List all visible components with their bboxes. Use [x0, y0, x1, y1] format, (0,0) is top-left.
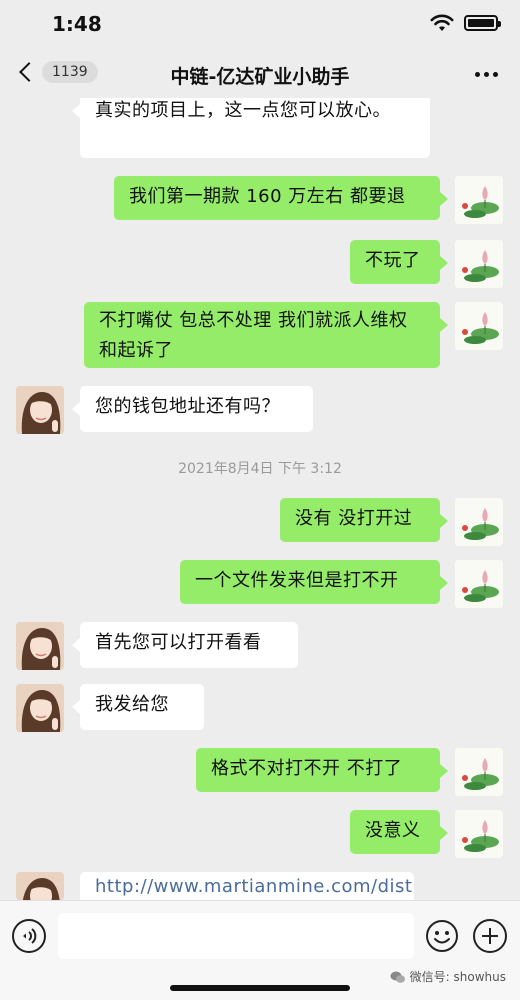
- self-avatar[interactable]: [455, 240, 503, 288]
- chat-title: 中链-亿达矿业小助手: [170, 66, 350, 88]
- contact-avatar[interactable]: [16, 622, 64, 670]
- message-bubble-sent[interactable]: 一个文件发来但是打不开: [180, 560, 448, 604]
- lotus-avatar-icon: [455, 560, 503, 608]
- message-text: 我发给您: [95, 694, 169, 715]
- contact-avatar[interactable]: [16, 872, 64, 900]
- status-bar: 1:48: [0, 0, 520, 50]
- message-bubble-sent[interactable]: 没有 没打开过: [280, 498, 448, 542]
- message-text: 您的钱包地址还有吗？: [95, 396, 280, 417]
- self-avatar[interactable]: [455, 176, 503, 224]
- message-bubble-received[interactable]: 首先您可以打开看看: [72, 622, 298, 668]
- home-indicator[interactable]: [170, 985, 350, 991]
- message-bubble-sent[interactable]: 不玩了: [350, 240, 448, 284]
- watermark: 微信号: showhus: [390, 968, 506, 985]
- message-text: 没意义: [365, 820, 421, 841]
- girl-avatar-icon: [16, 872, 64, 900]
- status-icons: [430, 14, 501, 32]
- message-text: 首先您可以打开看看: [95, 632, 262, 653]
- girl-avatar-icon: [16, 684, 64, 732]
- message-text: 真实的项目上，这一点您可以放心。: [95, 100, 391, 121]
- message-text: 一个文件发来但是打不开: [195, 570, 399, 591]
- voice-icon[interactable]: [12, 919, 46, 953]
- lotus-avatar-icon: [455, 240, 503, 288]
- voice-waves-icon: [23, 928, 37, 944]
- message-bubble-received[interactable]: 真实的项目上，这一点您可以放心。: [72, 88, 430, 158]
- self-avatar[interactable]: [455, 810, 503, 858]
- message-text: 不打嘴仗 包总不处理 我们就派人维权和起诉了: [99, 310, 408, 361]
- more-dots-icon[interactable]: [475, 72, 498, 77]
- message-text: 没有 没打开过: [295, 508, 413, 529]
- girl-avatar-icon: [16, 386, 64, 434]
- message-link-received[interactable]: http://www.martianmine.com/dist: [80, 872, 414, 900]
- link-text[interactable]: http://www.martianmine.com/dist: [95, 876, 412, 897]
- lotus-avatar-icon: [455, 498, 503, 546]
- self-avatar[interactable]: [455, 498, 503, 546]
- message-text: 不玩了: [365, 250, 421, 271]
- message-text: 格式不对打不开 不打了: [211, 758, 403, 779]
- status-time: 1:48: [52, 12, 102, 36]
- plus-icon[interactable]: [473, 919, 507, 953]
- message-input[interactable]: [58, 913, 414, 959]
- message-text: 我们第一期款 160 万左右 都要退: [129, 186, 406, 207]
- girl-avatar-icon: [16, 622, 64, 670]
- lotus-avatar-icon: [455, 176, 503, 224]
- self-avatar[interactable]: [455, 302, 503, 350]
- message-bubble-received[interactable]: 您的钱包地址还有吗？: [72, 386, 313, 432]
- lotus-avatar-icon: [455, 302, 503, 350]
- contact-avatar[interactable]: [16, 386, 64, 434]
- message-bubble-sent[interactable]: 格式不对打不开 不打了: [196, 748, 448, 792]
- message-bubble-sent[interactable]: 没意义: [350, 810, 448, 854]
- contact-avatar[interactable]: [16, 684, 64, 732]
- lotus-avatar-icon: [455, 810, 503, 858]
- self-avatar[interactable]: [455, 748, 503, 796]
- wechat-icon: [390, 971, 405, 983]
- message-timestamp: 2021年8月4日 下午 3:12: [178, 461, 342, 477]
- message-bubble-sent[interactable]: 不打嘴仗 包总不处理 我们就派人维权和起诉了: [84, 302, 448, 368]
- message-bubble-sent[interactable]: 我们第一期款 160 万左右 都要退: [114, 176, 448, 220]
- self-avatar[interactable]: [455, 560, 503, 608]
- battery-icon: [464, 15, 501, 31]
- nav-bar: 1139 中链-亿达矿业小助手: [0, 52, 520, 98]
- watermark-text: 微信号: showhus: [409, 970, 506, 984]
- lotus-avatar-icon: [455, 748, 503, 796]
- wifi-icon: [430, 14, 454, 31]
- emoji-icon[interactable]: [425, 919, 459, 953]
- message-bubble-received[interactable]: 我发给您: [72, 684, 204, 730]
